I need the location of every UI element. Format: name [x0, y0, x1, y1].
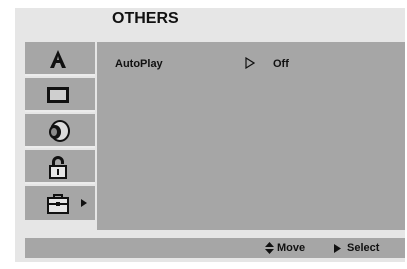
sidebar — [25, 42, 95, 230]
selected-arrow-icon — [81, 199, 87, 207]
language-a-icon — [38, 46, 78, 72]
settings-panel: AutoPlay Off — [97, 42, 405, 230]
autoplay-label[interactable]: AutoPlay — [115, 58, 163, 70]
sidebar-item-audio[interactable] — [25, 114, 95, 148]
move-label: Move — [277, 242, 306, 254]
lock-icon — [38, 154, 78, 180]
sidebar-item-lock[interactable] — [25, 150, 95, 184]
up-down-arrows-icon — [265, 242, 274, 254]
select-label: Select — [347, 242, 380, 254]
display-icon — [38, 82, 78, 108]
sidebar-item-language[interactable] — [25, 42, 95, 76]
outline-arrow-right-icon — [245, 57, 255, 69]
audio-speaker-icon — [38, 118, 78, 144]
sidebar-item-display[interactable] — [25, 78, 95, 112]
help-bar: Move Select — [25, 238, 405, 258]
others-bag-icon — [38, 190, 78, 216]
sidebar-item-others[interactable] — [25, 186, 95, 220]
select-hint: Select — [334, 242, 379, 254]
autoplay-value[interactable]: Off — [273, 58, 289, 70]
play-arrow-icon — [334, 243, 341, 253]
move-hint: Move — [265, 242, 305, 254]
page-title: OTHERS — [112, 10, 179, 27]
